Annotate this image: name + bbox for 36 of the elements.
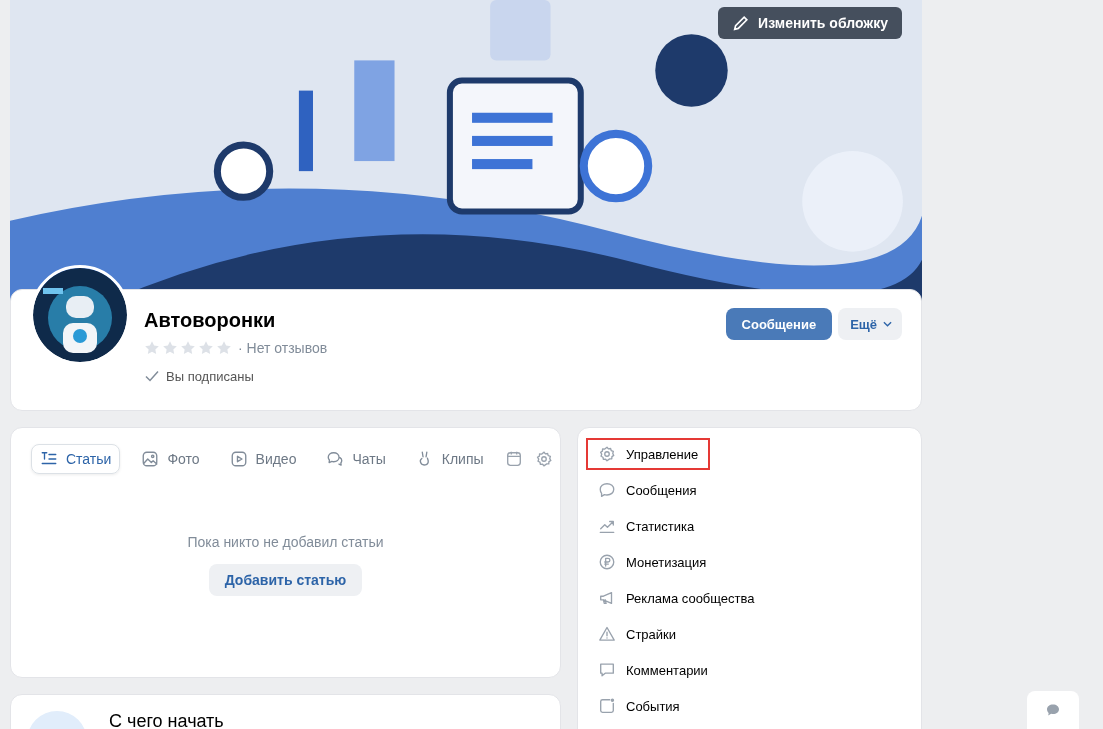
play-icon <box>229 450 248 468</box>
settings-icon <box>598 445 616 463</box>
caret-icon <box>883 321 892 327</box>
ruble-coin-icon <box>598 553 616 571</box>
tab[interactable]: Статьи <box>31 444 121 474</box>
empty-state-text: Пока никто не добавил статьи <box>187 534 384 550</box>
message-button[interactable]: Сообщение <box>725 308 833 340</box>
tab[interactable]: Клипы <box>406 444 493 474</box>
chat-bubble-icon <box>598 481 616 499</box>
community-name: Автоворонки <box>144 309 277 332</box>
menu-item[interactable]: Комментарии <box>586 654 720 686</box>
check-icon <box>144 368 160 384</box>
menu-item[interactable]: События <box>586 690 692 722</box>
chat-bubbles-icon <box>326 450 345 468</box>
tab[interactable]: Чаты <box>317 444 395 474</box>
menu-item[interactable]: Страйки <box>586 618 688 650</box>
settings-icon[interactable] <box>534 450 553 468</box>
more-button[interactable]: Ещё <box>838 308 902 340</box>
calendar-icon[interactable] <box>504 450 523 468</box>
menu-item[interactable]: Статистика <box>586 510 707 542</box>
menu-item[interactable]: Реклама сообщества <box>586 582 767 614</box>
calendar-dot-icon <box>598 697 616 715</box>
image-icon <box>141 450 160 468</box>
tab[interactable]: Фото <box>132 444 209 474</box>
reviews-text: · Нет отзывов <box>238 340 328 356</box>
add-article-button[interactable]: Добавить статью <box>208 564 363 596</box>
chat-bubble-icon <box>1045 702 1061 718</box>
chat-button[interactable] <box>1027 691 1079 729</box>
menu-item[interactable]: Монетизация <box>586 546 719 578</box>
comment-icon <box>598 661 616 679</box>
subscribed-text: Вы подписаны <box>166 368 254 384</box>
menu-item[interactable]: Сообщения <box>586 474 709 506</box>
tab[interactable]: Видео <box>220 444 306 474</box>
section-title: С чего начать <box>109 711 224 729</box>
menu-item[interactable]: Управление <box>586 438 711 470</box>
warning-icon <box>598 625 616 643</box>
